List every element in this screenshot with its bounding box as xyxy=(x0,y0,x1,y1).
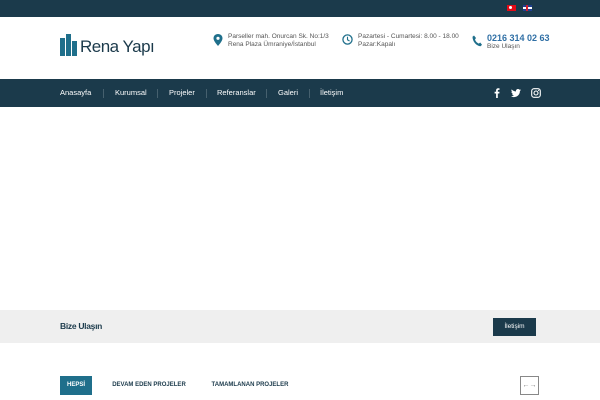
nav-divider xyxy=(103,89,104,98)
clock-icon xyxy=(342,34,353,45)
nav-divider xyxy=(206,89,207,98)
cta-title: Bize Ulaşın xyxy=(60,321,103,331)
nav-item-iletisim[interactable]: İletişim xyxy=(320,79,343,107)
phone-subtitle: Bize Ulaşın xyxy=(487,43,520,50)
contact-button[interactable]: İletişim xyxy=(493,318,536,336)
tab-ongoing-projects[interactable]: DEVAM EDEN PROJELER xyxy=(110,376,188,395)
main-nav: Anasayfa Kurumsal Projeler Referanslar G… xyxy=(0,79,600,107)
phone-icon xyxy=(472,35,482,47)
instagram-icon[interactable] xyxy=(531,88,541,98)
logo-building-icon xyxy=(60,34,78,56)
twitter-icon[interactable] xyxy=(511,88,521,98)
uk-flag-icon[interactable] xyxy=(523,5,532,11)
hero-slider xyxy=(0,107,600,310)
nav-divider xyxy=(309,89,310,98)
nav-item-anasayfa[interactable]: Anasayfa xyxy=(60,79,91,107)
project-filter-tabs: HEPSİ DEVAM EDEN PROJELER TAMAMLANAN PRO… xyxy=(0,343,600,400)
address-line-2: Rena Plaza Ümraniye/İstanbul xyxy=(228,41,316,48)
nav-divider xyxy=(266,89,267,98)
nav-item-projeler[interactable]: Projeler xyxy=(169,79,195,107)
contact-cta-band: Bize Ulaşın İletişim xyxy=(0,310,600,343)
hours-line-2: Pazar:Kapalı xyxy=(358,41,396,48)
carousel-arrows-button[interactable]: ←→ xyxy=(520,376,539,395)
map-pin-icon xyxy=(213,34,223,46)
facebook-icon[interactable] xyxy=(492,88,502,98)
nav-item-referanslar[interactable]: Referanslar xyxy=(217,79,256,107)
hours-line-1: Pazartesi - Cumartesi: 8.00 - 18.00 xyxy=(358,33,459,40)
header: Rena Yapı Parseller mah. Onurcan Sk. No:… xyxy=(0,17,600,79)
nav-item-galeri[interactable]: Galeri xyxy=(278,79,298,107)
nav-divider xyxy=(157,89,158,98)
tab-completed-projects[interactable]: TAMAMLANAN PROJELER xyxy=(208,376,292,395)
phone-number[interactable]: 0216 314 02 63 xyxy=(487,33,550,43)
address-line-1: Parseller mah. Onurcan Sk. No:1/3 xyxy=(228,33,329,40)
logo-text: Rena Yapı xyxy=(80,37,155,56)
address-block: Parseller mah. Onurcan Sk. No:1/3 Rena P… xyxy=(213,33,329,49)
nav-item-kurumsal[interactable]: Kurumsal xyxy=(115,79,147,107)
hours-block: Pazartesi - Cumartesi: 8.00 - 18.00 Paza… xyxy=(342,33,459,49)
logo[interactable]: Rena Yapı xyxy=(60,34,155,56)
phone-block[interactable]: 0216 314 02 63 Bize Ulaşın xyxy=(472,33,550,51)
turkish-flag-icon[interactable] xyxy=(507,5,516,11)
top-bar xyxy=(0,0,600,17)
tab-all[interactable]: HEPSİ xyxy=(60,376,92,395)
